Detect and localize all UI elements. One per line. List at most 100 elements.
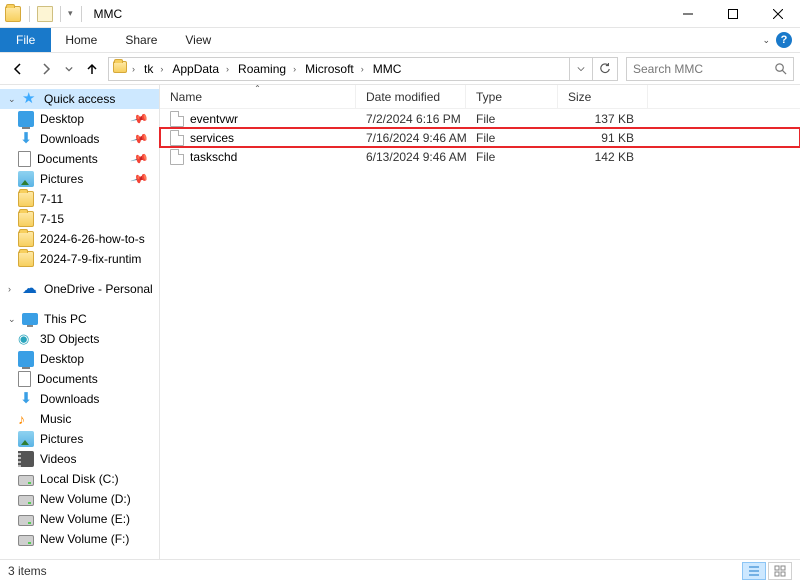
sidebar-item-folder[interactable]: 2024-7-9-fix-runtim <box>0 249 159 269</box>
qat-properties-icon[interactable] <box>37 6 53 22</box>
up-button[interactable] <box>80 57 104 81</box>
file-date: 7/2/2024 6:16 PM <box>356 112 466 126</box>
sidebar-item-3d-objects[interactable]: ◉3D Objects <box>0 329 159 349</box>
address-bar[interactable]: › tk› AppData› Roaming› Microsoft› MMC <box>108 57 618 81</box>
file-type: File <box>466 112 558 126</box>
ribbon-tab-home[interactable]: Home <box>51 28 111 52</box>
expand-ribbon-chevron-icon[interactable]: ⌄ <box>762 35 776 46</box>
sidebar-item-drive[interactable]: Local Disk (C:) <box>0 469 159 489</box>
search-icon <box>774 62 787 78</box>
view-large-icons-button[interactable] <box>768 562 792 580</box>
ribbon-tab-view[interactable]: View <box>171 28 225 52</box>
ribbon-file-tab[interactable]: File <box>0 28 51 52</box>
sidebar-item-label: 2024-7-9-fix-runtim <box>40 252 141 266</box>
tree-caret-icon: ⌄ <box>8 94 16 105</box>
column-header-type[interactable]: Type <box>466 85 558 108</box>
sidebar-item-drive[interactable]: New Volume (F:) <box>0 529 159 549</box>
title-bar: ▾ MMC <box>0 0 800 28</box>
download-icon: ⬇ <box>18 391 34 407</box>
ribbon-right: ⌄ ? <box>762 28 792 52</box>
drive-icon <box>18 495 34 506</box>
sidebar-item-label: New Volume (D:) <box>40 492 131 506</box>
sidebar-item-label: Desktop <box>40 352 84 366</box>
sidebar-item-drive[interactable]: New Volume (D:) <box>0 489 159 509</box>
sidebar-item-label: Music <box>40 412 71 426</box>
document-icon <box>18 151 31 167</box>
breadcrumb-chevron-icon[interactable]: › <box>223 58 232 80</box>
sidebar-item-label: Pictures <box>40 172 83 186</box>
sidebar-onedrive[interactable]: › ☁ OneDrive - Personal <box>0 279 159 299</box>
breadcrumb-root-chevron-icon[interactable]: › <box>129 58 138 80</box>
file-row[interactable]: services7/16/2024 9:46 AMFile91 KB <box>160 128 800 147</box>
sidebar-item-desktop[interactable]: Desktop📌 <box>0 109 159 129</box>
ribbon-tab-share[interactable]: Share <box>111 28 171 52</box>
sidebar-item-music[interactable]: ♪ Music <box>0 409 159 429</box>
file-list-pane: ⌃Name Date modified Type Size eventvwr7/… <box>160 85 800 559</box>
breadcrumb-segment[interactable]: AppData <box>166 58 223 80</box>
recent-locations-chevron-icon[interactable] <box>62 57 76 81</box>
maximize-button[interactable] <box>710 0 755 28</box>
cloud-icon: ☁ <box>22 281 38 297</box>
column-header-date[interactable]: Date modified <box>356 85 466 108</box>
back-button[interactable] <box>6 57 30 81</box>
status-item-count: 3 items <box>8 564 47 578</box>
drive-icon <box>18 475 34 486</box>
sidebar-item-documents[interactable]: Documents <box>0 369 159 389</box>
breadcrumb-chevron-icon[interactable]: › <box>358 58 367 80</box>
file-row[interactable]: eventvwr7/2/2024 6:16 PMFile137 KB <box>160 109 800 128</box>
help-icon[interactable]: ? <box>776 32 792 48</box>
search-input[interactable]: Search MMC <box>626 57 794 81</box>
drive-icon <box>18 535 34 546</box>
file-name: taskschd <box>190 150 237 164</box>
pictures-icon <box>18 171 34 187</box>
sidebar-item-label: Pictures <box>40 432 83 446</box>
breadcrumb-segment[interactable]: tk <box>138 58 157 80</box>
pin-icon: 📌 <box>130 149 150 169</box>
close-button[interactable] <box>755 0 800 28</box>
pin-icon: 📌 <box>130 109 150 129</box>
sidebar-item-desktop[interactable]: Desktop <box>0 349 159 369</box>
folder-icon <box>18 191 34 207</box>
file-list: eventvwr7/2/2024 6:16 PMFile137 KBservic… <box>160 109 800 166</box>
sidebar-item-label: 2024-6-26-how-to-s <box>40 232 145 246</box>
column-header-name[interactable]: ⌃Name <box>160 85 356 108</box>
sidebar-item-folder[interactable]: 7-15 <box>0 209 159 229</box>
file-row[interactable]: taskschd6/13/2024 9:46 AMFile142 KB <box>160 147 800 166</box>
minimize-button[interactable] <box>665 0 710 28</box>
qat-customize-chevron-icon[interactable]: ▾ <box>68 8 73 19</box>
column-headers: ⌃Name Date modified Type Size <box>160 85 800 109</box>
sidebar-item-videos[interactable]: Videos <box>0 449 159 469</box>
sidebar-item-downloads[interactable]: ⬇Downloads <box>0 389 159 409</box>
sidebar-label: OneDrive - Personal <box>44 282 153 296</box>
sidebar-item-folder[interactable]: 2024-6-26-how-to-s <box>0 229 159 249</box>
breadcrumb-chevron-icon[interactable]: › <box>290 58 299 80</box>
file-icon <box>170 111 184 127</box>
sidebar-quick-access[interactable]: ⌄ ★ Quick access <box>0 89 159 109</box>
sidebar-item-pictures[interactable]: Pictures📌 <box>0 169 159 189</box>
sidebar-this-pc[interactable]: ⌄This PC <box>0 309 159 329</box>
breadcrumb-chevron-icon[interactable]: › <box>157 58 166 80</box>
sidebar-item-label: New Volume (F:) <box>40 532 129 546</box>
view-details-button[interactable] <box>742 562 766 580</box>
forward-button[interactable] <box>34 57 58 81</box>
file-size: 137 KB <box>558 112 648 126</box>
sidebar-item-downloads[interactable]: ⬇Downloads📌 <box>0 129 159 149</box>
refresh-button[interactable] <box>593 58 617 80</box>
sidebar-item-folder[interactable]: 7-11 <box>0 189 159 209</box>
breadcrumb-segment[interactable]: MMC <box>367 58 406 80</box>
column-header-size[interactable]: Size <box>558 85 648 108</box>
tree-caret-icon: › <box>8 284 16 294</box>
sidebar-item-documents[interactable]: Documents📌 <box>0 149 159 169</box>
music-icon: ♪ <box>18 411 34 427</box>
folder-icon <box>18 251 34 267</box>
breadcrumb-segment[interactable]: Microsoft <box>299 58 358 80</box>
sidebar-item-label: 3D Objects <box>40 332 99 346</box>
sidebar-item-drive[interactable]: New Volume (E:) <box>0 509 159 529</box>
address-history-chevron-icon[interactable] <box>569 58 593 80</box>
pictures-icon <box>18 431 34 447</box>
desktop-icon <box>18 351 34 367</box>
breadcrumb-segment[interactable]: Roaming <box>232 58 290 80</box>
sidebar-item-pictures[interactable]: Pictures <box>0 429 159 449</box>
file-name: services <box>190 131 234 145</box>
file-type: File <box>466 150 558 164</box>
